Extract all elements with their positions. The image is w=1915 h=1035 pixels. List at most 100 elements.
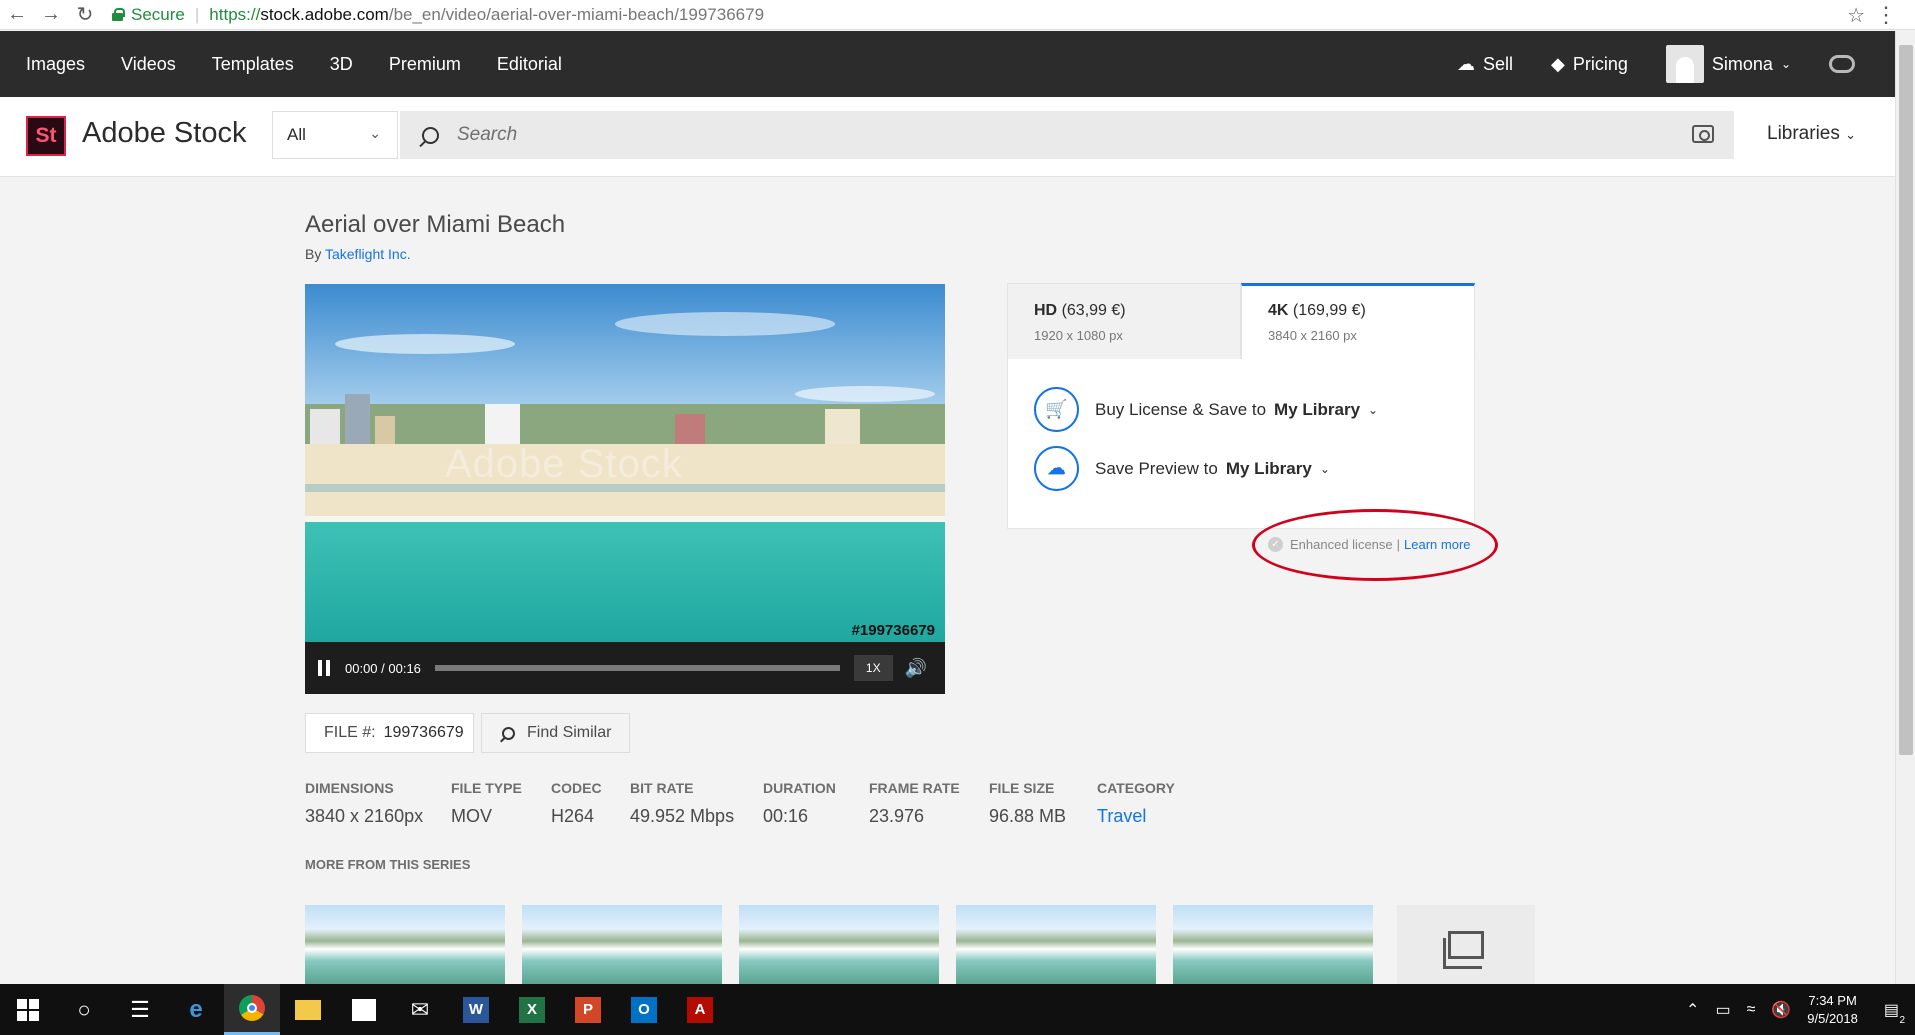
nav-3d[interactable]: 3D xyxy=(330,54,353,75)
video-player[interactable]: Adobe Stock #199736679 00:00 / 00:16 1X … xyxy=(305,284,945,694)
chrome-icon[interactable] xyxy=(224,984,280,1035)
wifi-icon[interactable]: ≈ xyxy=(1747,1001,1756,1019)
cloud-download-icon: ☁ xyxy=(1034,446,1079,491)
tab-hd[interactable]: HD (63,99 €) 1920 x 1080 px xyxy=(1007,283,1241,360)
notification-count: 2 xyxy=(1899,1014,1905,1026)
spec-label: BIT RATE xyxy=(630,780,694,796)
buy-library-target[interactable]: My Library xyxy=(1274,400,1360,420)
powerpoint-icon[interactable]: P xyxy=(560,984,616,1035)
scrollbar-thumb[interactable] xyxy=(1899,45,1913,755)
secure-indicator[interactable]: Secure xyxy=(112,5,185,25)
spec-value: H264 xyxy=(551,806,595,826)
buy-license-button[interactable]: 🛒 Buy License & Save to My Library ⌄ xyxy=(1034,387,1378,432)
acrobat-icon[interactable]: A xyxy=(672,984,728,1035)
spec-value: 49.952 Mbps xyxy=(630,806,735,826)
system-tray: ⌃ ▭ ≈ 🔇 7:34 PM 9/5/2018 ▤ 2 xyxy=(1686,984,1915,1035)
creative-cloud-icon[interactable] xyxy=(1829,55,1855,73)
notification-icon[interactable]: ▤ 2 xyxy=(1884,1000,1905,1026)
asset-byline: By Takeflight Inc. xyxy=(305,246,411,262)
url-field[interactable]: https://stock.adobe.com/be_en/video/aeri… xyxy=(209,5,764,25)
word-icon[interactable]: W xyxy=(448,984,504,1035)
start-button[interactable] xyxy=(0,984,56,1035)
file-number-box: FILE #: 199736679 xyxy=(305,713,474,753)
volume-muted-icon[interactable]: 🔇 xyxy=(1771,1000,1791,1020)
spec-label: DIMENSIONS xyxy=(305,780,394,796)
nav-premium[interactable]: Premium xyxy=(389,54,461,75)
view-series-button[interactable] xyxy=(1397,905,1535,985)
file-explorer-icon[interactable] xyxy=(280,984,336,1035)
browser-menu-icon[interactable]: ⋮ xyxy=(1875,2,1897,28)
libraries-menu[interactable]: Libraries ⌄ xyxy=(1767,123,1856,145)
chevron-down-icon: ⌄ xyxy=(369,125,381,141)
series-thumbnail[interactable] xyxy=(739,905,939,985)
task-view-icon[interactable]: ☰ xyxy=(112,984,168,1035)
store-icon[interactable] xyxy=(336,984,392,1035)
pricing-link[interactable]: ◆ Pricing xyxy=(1551,54,1628,75)
author-link[interactable]: Takeflight Inc. xyxy=(325,246,411,262)
mail-icon[interactable]: ✉ xyxy=(392,984,448,1035)
spec-file-size: FILE SIZE 96.88 MB xyxy=(989,780,1097,827)
user-menu[interactable]: Simona ⌄ xyxy=(1665,45,1791,83)
nav-templates[interactable]: Templates xyxy=(212,54,294,75)
spec-value: 96.88 MB xyxy=(989,806,1067,826)
search-input[interactable]: Search xyxy=(400,111,1734,159)
save-preview-button[interactable]: ☁ Save Preview to My Library ⌄ xyxy=(1034,446,1330,491)
volume-icon[interactable]: 🔊 xyxy=(905,658,927,679)
video-time: 00:00 / 00:16 xyxy=(345,660,421,676)
upload-cloud-icon: ☁ xyxy=(1457,53,1476,74)
by-prefix: By xyxy=(305,246,322,262)
tab-4k[interactable]: 4K (169,99 €) 3840 x 2160 px xyxy=(1241,283,1475,360)
excel-icon[interactable]: X xyxy=(504,984,560,1035)
spec-label: DURATION xyxy=(763,780,836,796)
pricing-label: Pricing xyxy=(1572,53,1628,74)
url-host: stock.adobe.com xyxy=(260,4,389,24)
spec-file-type: FILE TYPE MOV xyxy=(451,780,551,827)
chevron-down-icon[interactable]: ⌄ xyxy=(1368,403,1378,417)
sell-link[interactable]: ☁ Sell xyxy=(1457,54,1513,75)
cortana-icon[interactable]: ○ xyxy=(56,984,112,1035)
spec-frame-rate: FRAME RATE 23.976 xyxy=(869,780,989,827)
series-thumbnail[interactable] xyxy=(956,905,1156,985)
category-link[interactable]: Travel xyxy=(1097,806,1197,827)
avatar xyxy=(1665,45,1704,83)
edge-icon[interactable]: e xyxy=(168,984,224,1035)
lock-icon xyxy=(112,8,125,21)
outlook-icon[interactable]: O xyxy=(616,984,672,1035)
battery-icon[interactable]: ▭ xyxy=(1715,1000,1730,1020)
tab-4k-name: 4K xyxy=(1268,302,1289,319)
chevron-down-icon[interactable]: ⌄ xyxy=(1320,462,1330,476)
clock[interactable]: 7:34 PM 9/5/2018 xyxy=(1807,992,1858,1028)
playback-speed-button[interactable]: 1X xyxy=(853,655,893,681)
spec-dimensions: DIMENSIONS 3840 x 2160px xyxy=(305,780,451,827)
nav-images[interactable]: Images xyxy=(26,54,85,75)
page-scrollbar[interactable] xyxy=(1895,31,1915,984)
windows-taskbar: ○ ☰ e ✉ W X P O A ⌃ ▭ ≈ 🔇 7:34 PM 9/5/20… xyxy=(0,984,1915,1035)
visual-search-camera-icon[interactable] xyxy=(1692,125,1714,143)
spec-label: FILE SIZE xyxy=(989,780,1055,796)
category-select[interactable]: All ⌄ xyxy=(272,111,398,159)
series-thumbnail[interactable] xyxy=(522,905,722,985)
forward-icon[interactable]: → xyxy=(34,0,68,30)
chevron-up-icon[interactable]: ⌃ xyxy=(1686,1000,1699,1020)
reload-icon[interactable]: ↻ xyxy=(68,0,102,30)
url-path: /be_en/video/aerial-over-miami-beach/199… xyxy=(388,4,765,24)
find-similar-button[interactable]: Find Similar xyxy=(481,713,630,753)
series-thumbnail[interactable] xyxy=(1173,905,1373,985)
back-icon[interactable]: ← xyxy=(0,0,34,30)
series-thumbnail[interactable] xyxy=(305,905,505,985)
url-separator: | xyxy=(194,4,200,24)
pause-icon[interactable] xyxy=(317,660,331,676)
search-placeholder: Search xyxy=(457,124,518,145)
nav-videos[interactable]: Videos xyxy=(121,54,176,75)
preview-library-target[interactable]: My Library xyxy=(1226,459,1312,479)
adobe-stock-logo-icon[interactable]: St xyxy=(26,116,66,156)
spec-duration: DURATION 00:16 xyxy=(763,780,869,827)
tab-4k-price: (169,99 €) xyxy=(1292,302,1366,319)
nav-editorial[interactable]: Editorial xyxy=(497,54,562,75)
video-progress-bar[interactable] xyxy=(434,665,840,671)
bookmark-star-icon[interactable]: ☆ xyxy=(1847,3,1865,28)
user-name: Simona xyxy=(1711,53,1773,74)
license-tabs: HD (63,99 €) 1920 x 1080 px 4K (169,99 €… xyxy=(1007,283,1475,360)
chevron-down-icon: ⌄ xyxy=(1780,57,1791,71)
adobe-stock-logo-text[interactable]: Adobe Stock xyxy=(82,117,246,150)
